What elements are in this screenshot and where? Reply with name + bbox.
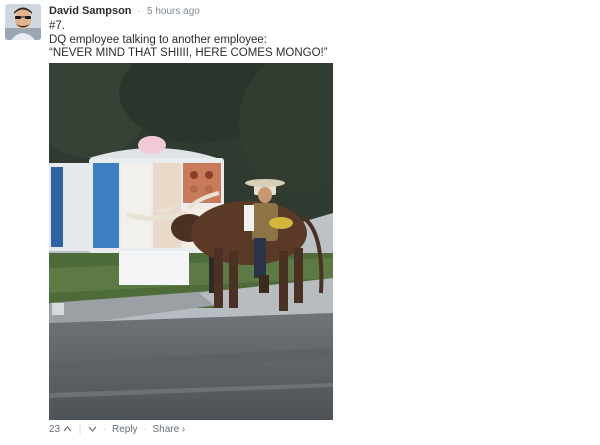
comment-body: #7. DQ employee talking to another emplo… xyxy=(49,20,328,61)
comment-footer: 23 | · Reply · Share › xyxy=(49,424,185,437)
reply-link[interactable]: Reply xyxy=(112,424,138,436)
cowboy-longhorn-photo xyxy=(49,63,333,420)
share-link[interactable]: Share › xyxy=(152,424,185,436)
comment-line: “NEVER MIND THAT SHIIII, HERE COMES MONG… xyxy=(49,47,328,59)
comment-line: #7. xyxy=(49,20,65,32)
comment-header: David Sampson · 5 hours ago xyxy=(49,4,200,19)
chevron-up-icon[interactable] xyxy=(63,424,72,436)
avatar-image xyxy=(5,4,41,40)
chevron-down-icon[interactable] xyxy=(88,424,97,436)
author-name[interactable]: David Sampson xyxy=(49,5,132,17)
upvote-count: 23 xyxy=(49,424,61,435)
comment-image[interactable] xyxy=(49,63,333,420)
comment-line: DQ employee talking to another employee: xyxy=(49,33,267,46)
avatar[interactable] xyxy=(5,4,41,40)
timestamp[interactable]: 5 hours ago xyxy=(147,6,200,17)
vote-divider: | xyxy=(78,424,82,435)
meta-separator: · xyxy=(137,6,141,17)
footer-separator: · xyxy=(102,424,107,435)
footer-separator: · xyxy=(143,424,147,435)
